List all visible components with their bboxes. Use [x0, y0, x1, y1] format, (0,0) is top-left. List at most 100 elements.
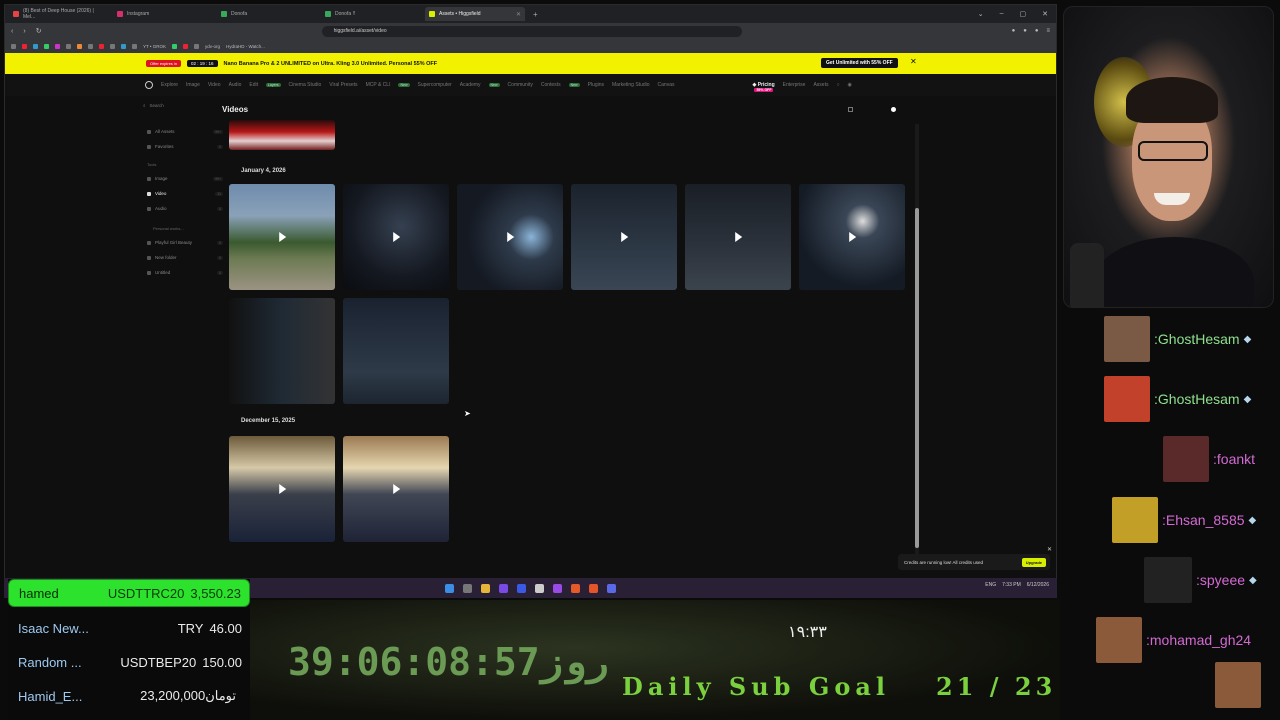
close-icon[interactable]: ✕ — [910, 57, 917, 66]
discord-icon[interactable] — [607, 583, 616, 593]
nav-canvas[interactable]: Canvas — [658, 82, 675, 88]
nav-cinema-studio[interactable]: Cinema Studio — [289, 82, 322, 88]
bookmark-icon[interactable] — [132, 43, 137, 49]
bookmark-icon[interactable] — [22, 43, 27, 49]
sidebar-folder-new[interactable]: New folder 0 — [143, 250, 223, 265]
nav-image[interactable]: Image — [186, 82, 200, 88]
tab-assets[interactable]: Assets • Higgsfield ✕ — [425, 7, 525, 21]
sidebar-item-favorites[interactable]: Favorites 0 — [143, 139, 223, 154]
search-input[interactable]: ⌕ Search — [143, 100, 223, 110]
windows-start-icon[interactable] — [445, 583, 454, 593]
sidebar-item-video[interactable]: Video 11 — [143, 186, 223, 201]
video-thumbnail[interactable] — [685, 184, 791, 290]
close-tab-icon[interactable]: ✕ — [516, 11, 521, 18]
bookmark-link[interactable]: HydraHD - Watch... — [226, 44, 265, 49]
tab-donofa[interactable]: Donofa — [217, 7, 317, 21]
bookmark-icon[interactable] — [99, 43, 104, 49]
new-tab-button[interactable]: + — [533, 10, 538, 19]
video-thumbnail[interactable] — [229, 184, 335, 290]
tab-donofa-2[interactable]: Donofa !! — [321, 7, 421, 21]
nav-marketing-studio[interactable]: Marketing Studio — [612, 82, 650, 88]
bookmark-icon[interactable] — [55, 43, 60, 49]
video-thumbnail[interactable] — [229, 436, 335, 542]
extension-icon[interactable]: ● — [1012, 28, 1016, 34]
select-icon[interactable] — [848, 106, 853, 112]
browser-icon[interactable] — [571, 583, 580, 593]
menu-icon[interactable]: ≡ — [1046, 28, 1050, 34]
extension-icon[interactable]: ● — [1035, 28, 1039, 34]
bookmark-link[interactable]: YT • GROK — [143, 44, 166, 49]
language-indicator[interactable]: ENG — [985, 582, 996, 588]
bookmark-icon[interactable] — [183, 43, 188, 49]
reload-icon[interactable]: ↻ — [36, 27, 42, 35]
close-icon[interactable]: ✕ — [1047, 546, 1052, 553]
forward-icon[interactable]: › — [23, 28, 25, 35]
get-unlimited-button[interactable]: Get Unlimited with 55% OFF — [821, 58, 898, 68]
nav-community[interactable]: Community — [508, 82, 533, 88]
tab-youtube[interactable]: (8) Best of Deep House (2026) | Mel... — [9, 7, 109, 21]
app-icon[interactable] — [553, 583, 562, 593]
bookmark-icon[interactable] — [88, 43, 93, 49]
higgsfield-logo-icon[interactable] — [145, 81, 153, 89]
toggle-switch[interactable] — [891, 106, 896, 112]
notification-icon[interactable]: ○ — [836, 82, 839, 88]
nav-mcp-cli[interactable]: MCP & CLI — [366, 82, 391, 88]
search-icon[interactable] — [463, 583, 472, 593]
bookmark-icon[interactable] — [44, 43, 49, 49]
donation-value: 46.00 — [209, 620, 242, 636]
nav-pricing[interactable]: ◆ Pricing 55% OFF — [752, 82, 775, 92]
video-thumbnail[interactable] — [343, 436, 449, 542]
bookmark-icon[interactable] — [66, 43, 71, 49]
video-thumbnail[interactable] — [571, 184, 677, 290]
nav-enterprise[interactable]: Enterprise — [783, 82, 806, 88]
app-icon[interactable] — [517, 583, 526, 593]
nav-audio[interactable]: Audio — [229, 82, 242, 88]
nav-supercomputer[interactable]: Supercomputer — [418, 82, 452, 88]
video-thumbnail[interactable] — [229, 120, 335, 150]
minimize-icon[interactable]: – — [1000, 10, 1004, 18]
scrollbar[interactable] — [915, 124, 919, 554]
nav-academy[interactable]: Academy — [460, 82, 481, 88]
sidebar-folder-playful[interactable]: Playful Girl Beauty 0 — [143, 235, 223, 250]
video-thumbnail[interactable] — [799, 184, 905, 290]
nav-contests[interactable]: Contests — [541, 82, 561, 88]
address-bar[interactable]: higgsfield.ai/asset/video — [321, 25, 742, 37]
video-thumbnail[interactable] — [229, 298, 335, 404]
brave-icon[interactable] — [589, 583, 598, 593]
profile-icon[interactable]: ◉ — [848, 82, 852, 88]
bookmark-icon[interactable] — [77, 43, 82, 49]
bookmark-icon[interactable] — [121, 43, 126, 49]
upgrade-button[interactable]: Upgrade — [1021, 557, 1046, 567]
bookmark-icon[interactable] — [172, 43, 177, 49]
nav-assets[interactable]: Assets — [813, 82, 828, 88]
video-thumbnail[interactable] — [457, 184, 563, 290]
bookmark-icon[interactable] — [194, 43, 199, 49]
sidebar-item-audio[interactable]: Audio 0 — [143, 201, 223, 216]
bookmark-icon[interactable] — [33, 43, 38, 49]
video-thumbnail[interactable] — [343, 184, 449, 290]
bookmark-icon[interactable] — [11, 43, 16, 49]
chevron-down-icon[interactable]: ⌄ — [978, 10, 984, 18]
chat-message: :GhostHesam ◆ — [1104, 376, 1251, 422]
nav-video[interactable]: Video — [208, 82, 221, 88]
back-icon[interactable]: ‹ — [11, 28, 13, 35]
app-icon[interactable] — [499, 583, 508, 593]
maximize-icon[interactable]: ▢ — [1020, 10, 1027, 18]
scrollbar-thumb[interactable] — [915, 208, 919, 548]
video-thumbnail[interactable] — [343, 298, 449, 404]
nav-edit[interactable]: Edit — [249, 82, 258, 88]
nav-viral-presets[interactable]: Viral Presets — [329, 82, 357, 88]
workspace-heading[interactable]: Personal works... — [143, 222, 223, 235]
nav-plugins[interactable]: Plugins — [588, 82, 604, 88]
sidebar-item-all-assets[interactable]: All Assets 99+ — [143, 124, 223, 139]
bookmark-link[interactable]: ydv-org — [205, 44, 220, 49]
x-icon[interactable] — [535, 583, 544, 593]
bookmark-icon[interactable] — [110, 43, 115, 49]
sidebar-folder-untitled[interactable]: Untitled 0 — [143, 265, 223, 280]
extension-icon[interactable]: ● — [1023, 28, 1027, 34]
nav-explore[interactable]: Explore — [161, 82, 178, 88]
tab-instagram[interactable]: Instagram — [113, 7, 213, 21]
sidebar-item-image[interactable]: Image 99+ — [143, 171, 223, 186]
close-icon[interactable]: ✕ — [1042, 10, 1048, 18]
file-explorer-icon[interactable] — [481, 583, 490, 593]
